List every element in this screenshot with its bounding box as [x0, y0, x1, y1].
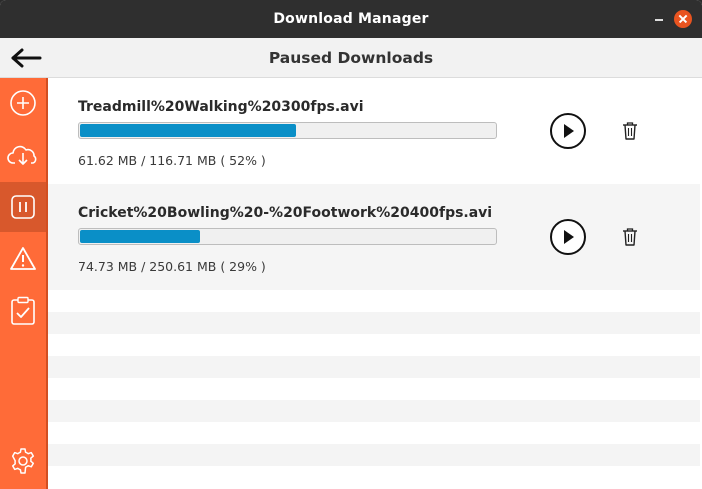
download-progress-bar	[78, 228, 497, 245]
sidebar-item-downloading[interactable]	[0, 130, 46, 180]
cloud-download-icon	[7, 145, 37, 165]
sidebar-item-settings[interactable]	[0, 436, 46, 486]
resume-button[interactable]	[550, 113, 586, 149]
download-size-text: 74.73 MB / 250.61 MB ( 29% )	[78, 259, 266, 274]
app-window: Download Manager Paused Downloads Treadm…	[0, 0, 702, 489]
progress-fill	[80, 230, 201, 243]
play-icon	[564, 124, 574, 138]
downloads-list: Treadmill%20Walking%20300fps.avi 61.62 M…	[48, 78, 700, 489]
clipboard-check-icon	[11, 296, 35, 325]
empty-row-stripe	[48, 312, 700, 334]
download-file-name: Cricket%20Bowling%20-%20Footwork%20400fp…	[78, 205, 493, 221]
plus-circle-icon	[10, 90, 36, 116]
trash-icon	[623, 228, 637, 246]
gear-icon	[11, 448, 35, 474]
close-button[interactable]	[674, 10, 692, 28]
download-size-text: 61.62 MB / 116.71 MB ( 52% )	[78, 153, 266, 168]
download-progress-bar	[78, 122, 497, 139]
window-title: Download Manager	[273, 11, 429, 27]
sidebar-item-failed[interactable]	[0, 234, 46, 284]
trash-icon	[623, 122, 637, 140]
sidebar-item-completed[interactable]	[0, 286, 46, 336]
warning-icon	[10, 247, 36, 270]
resume-button[interactable]	[550, 219, 586, 255]
sidebar	[0, 78, 48, 489]
title-bar: Download Manager	[0, 0, 702, 38]
play-icon	[564, 230, 574, 244]
empty-row-stripe	[48, 356, 700, 378]
progress-fill	[80, 124, 296, 137]
download-file-name: Treadmill%20Walking%20300fps.avi	[78, 99, 364, 115]
minimize-button[interactable]	[650, 10, 668, 28]
download-item: Cricket%20Bowling%20-%20Footwork%20400fp…	[48, 184, 700, 290]
sidebar-item-paused[interactable]	[0, 182, 46, 232]
empty-row-stripe	[48, 400, 700, 422]
sidebar-item-add[interactable]	[0, 78, 46, 128]
download-item: Treadmill%20Walking%20300fps.avi 61.62 M…	[48, 78, 700, 184]
pause-icon	[11, 195, 35, 219]
page-header: Paused Downloads	[0, 38, 702, 78]
page-title: Paused Downloads	[268, 49, 434, 67]
delete-button[interactable]	[622, 227, 638, 247]
empty-row-stripe	[48, 444, 700, 466]
delete-button[interactable]	[622, 121, 638, 141]
